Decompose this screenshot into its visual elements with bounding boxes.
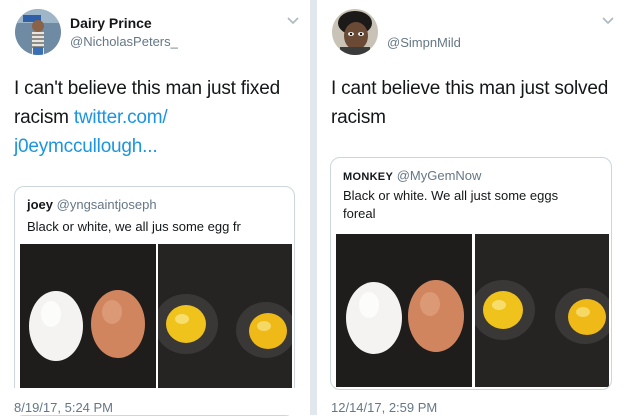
tweet-link[interactable]: twitter.com/ xyxy=(74,107,168,128)
tweet-text: I cant believe this man just solved raci… xyxy=(331,74,621,132)
user-handle[interactable]: @SimpnMild xyxy=(387,35,461,50)
tweet-text-line-2: racism xyxy=(331,107,386,128)
quoted-display-name: joey xyxy=(27,197,54,212)
quoted-tweet[interactable]: MONKEY @MyGemNow Black or white. We all … xyxy=(330,157,612,390)
chevron-down-icon[interactable] xyxy=(601,14,615,28)
user-handle[interactable]: @NicholasPeters_ xyxy=(70,34,178,49)
photo-whole-eggs[interactable] xyxy=(20,244,156,389)
timestamp[interactable]: 8/19/17, 5:24 PM xyxy=(14,400,113,415)
screenshot-root: Dairy Prince @NicholasPeters_ I can't be… xyxy=(0,0,625,416)
quoted-text: Black or white, we all jus some egg fr xyxy=(27,219,241,234)
avatar-dairy-prince[interactable] xyxy=(15,9,61,55)
photo-whole-eggs[interactable] xyxy=(336,234,472,387)
display-name[interactable]: Dairy Prince xyxy=(70,15,152,31)
tweet-text-plain: racism xyxy=(14,107,74,128)
quoted-tweet-header: MONKEY @MyGemNow xyxy=(343,168,481,183)
quoted-tweet-header: joey @yngsaintjoseph xyxy=(27,197,157,212)
quoted-display-name: MONKEY xyxy=(343,171,394,183)
quoted-handle: @MyGemNow xyxy=(396,168,482,183)
quoted-text-line-2: foreal xyxy=(343,206,376,221)
quoted-handle: @yngsaintjoseph xyxy=(56,197,157,212)
tweet-left: Dairy Prince @NicholasPeters_ I can't be… xyxy=(0,0,310,416)
tweet-right: @SimpnMild I cant believe this man just … xyxy=(317,0,625,415)
tweet-link-continued[interactable]: j0eymccullough... xyxy=(14,132,306,161)
tweet-text: I can't believe this man just fixed raci… xyxy=(14,74,306,161)
tweet-text-line-1: I can't believe this man just fixed xyxy=(14,78,280,99)
photo-cracked-eggs[interactable] xyxy=(475,234,609,387)
photo-cracked-eggs[interactable] xyxy=(158,244,292,389)
timestamp[interactable]: 12/14/17, 2:59 PM xyxy=(331,400,437,415)
tweet-text-line-1: I cant believe this man just solved xyxy=(331,78,609,99)
chevron-down-icon[interactable] xyxy=(286,14,300,28)
avatar-simpnmild[interactable] xyxy=(332,9,378,55)
quoted-tweet[interactable]: joey @yngsaintjoseph Black or white, we … xyxy=(14,186,295,416)
tweet-text-line-2: racism twitter.com/ xyxy=(14,103,306,132)
quoted-text-line-1: Black or white. We all just some eggs xyxy=(343,188,559,203)
quoted-text: Black or white. We all just some eggs fo… xyxy=(343,187,605,223)
pane-divider xyxy=(310,0,317,415)
